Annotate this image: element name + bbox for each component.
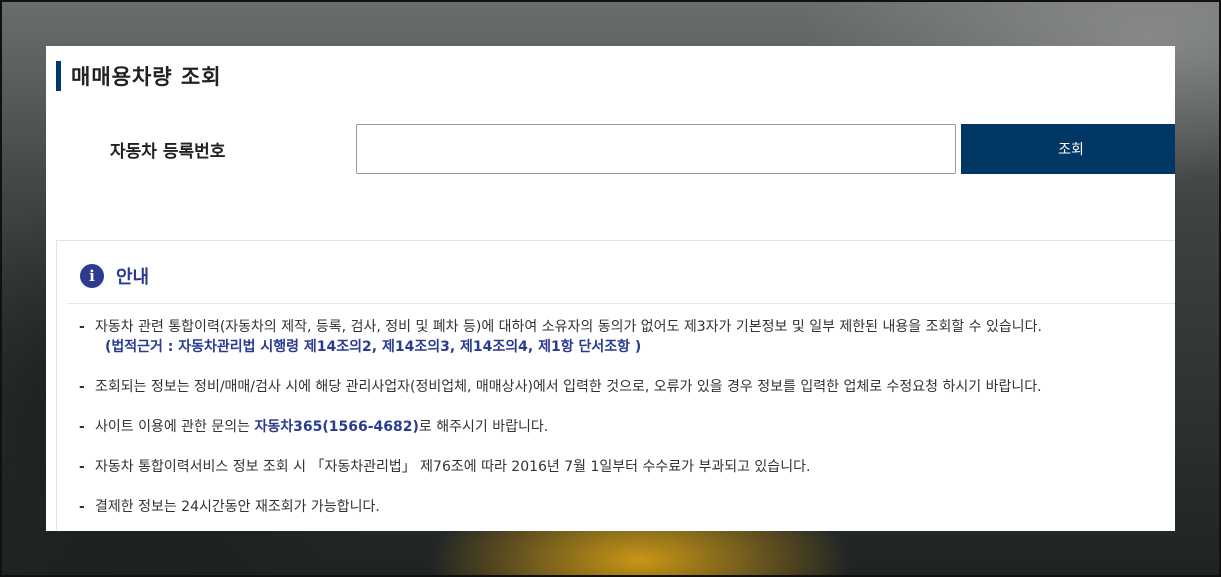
- notice-box: i 안내 - 자동차 관련 통합이력(자동차의 제작, 등록, 검사, 정비 및…: [56, 240, 1175, 531]
- notice-header: i 안내: [80, 263, 149, 289]
- notice-item: - 자동차 통합이력서비스 정보 조회 시 「자동차관리법」 제76조에 따라 …: [79, 457, 1175, 477]
- notice-text: 자동차 통합이력서비스 정보 조회 시 「자동차관리법」 제76조에 따라 20…: [95, 459, 811, 475]
- title-accent-bar: [56, 61, 61, 91]
- contact-number: 자동차365(1566-4682): [254, 419, 419, 435]
- notice-text: 자동차 관련 통합이력(자동차의 제작, 등록, 검사, 정비 및 폐차 등)에…: [95, 319, 1042, 335]
- search-button[interactable]: 조회: [961, 124, 1175, 174]
- divider: [67, 303, 1175, 304]
- registration-number-input[interactable]: [356, 124, 956, 174]
- bullet-dash: -: [79, 319, 85, 335]
- vehicle-lookup-panel: 매매용차량 조회 자동차 등록번호 조회 i 안내 - 자동차 관련 통합이력(…: [46, 46, 1175, 531]
- notice-text: 사이트 이용에 관한 문의는: [95, 419, 255, 435]
- notice-item: - 자동차 관련 통합이력(자동차의 제작, 등록, 검사, 정비 및 폐차 등…: [79, 317, 1175, 357]
- legal-basis-text: (법적근거 : 자동차관리법 시행령 제14조의2, 제14조의3, 제14조의…: [105, 339, 642, 355]
- notice-item: - 결제한 정보는 24시간동안 재조회가 가능합니다.: [79, 497, 1175, 517]
- notice-item: - 조회되는 정보는 정비/매매/검사 시에 해당 관리사업자(정비업체, 매매…: [79, 377, 1175, 397]
- notice-title: 안내: [116, 267, 150, 288]
- registration-number-label: 자동차 등록번호: [110, 142, 226, 162]
- bullet-dash: -: [79, 459, 85, 475]
- notice-text: 로 해주시기 바랍니다.: [418, 419, 549, 435]
- notice-text: 조회되는 정보는 정비/매매/검사 시에 해당 관리사업자(정비업체, 매매상사…: [95, 379, 1042, 395]
- notice-item: - 사이트 이용에 관한 문의는 자동차365(1566-4682)로 해주시기…: [79, 417, 1175, 437]
- info-icon: i: [80, 264, 104, 288]
- page-title: 매매용차량 조회: [71, 65, 222, 89]
- notice-list: - 자동차 관련 통합이력(자동차의 제작, 등록, 검사, 정비 및 폐차 등…: [79, 317, 1175, 531]
- bullet-dash: -: [79, 419, 85, 435]
- bullet-dash: -: [79, 499, 85, 515]
- page-header: 매매용차량 조회: [56, 61, 222, 91]
- bullet-dash: -: [79, 379, 85, 395]
- notice-text: 결제한 정보는 24시간동안 재조회가 가능합니다.: [95, 499, 380, 515]
